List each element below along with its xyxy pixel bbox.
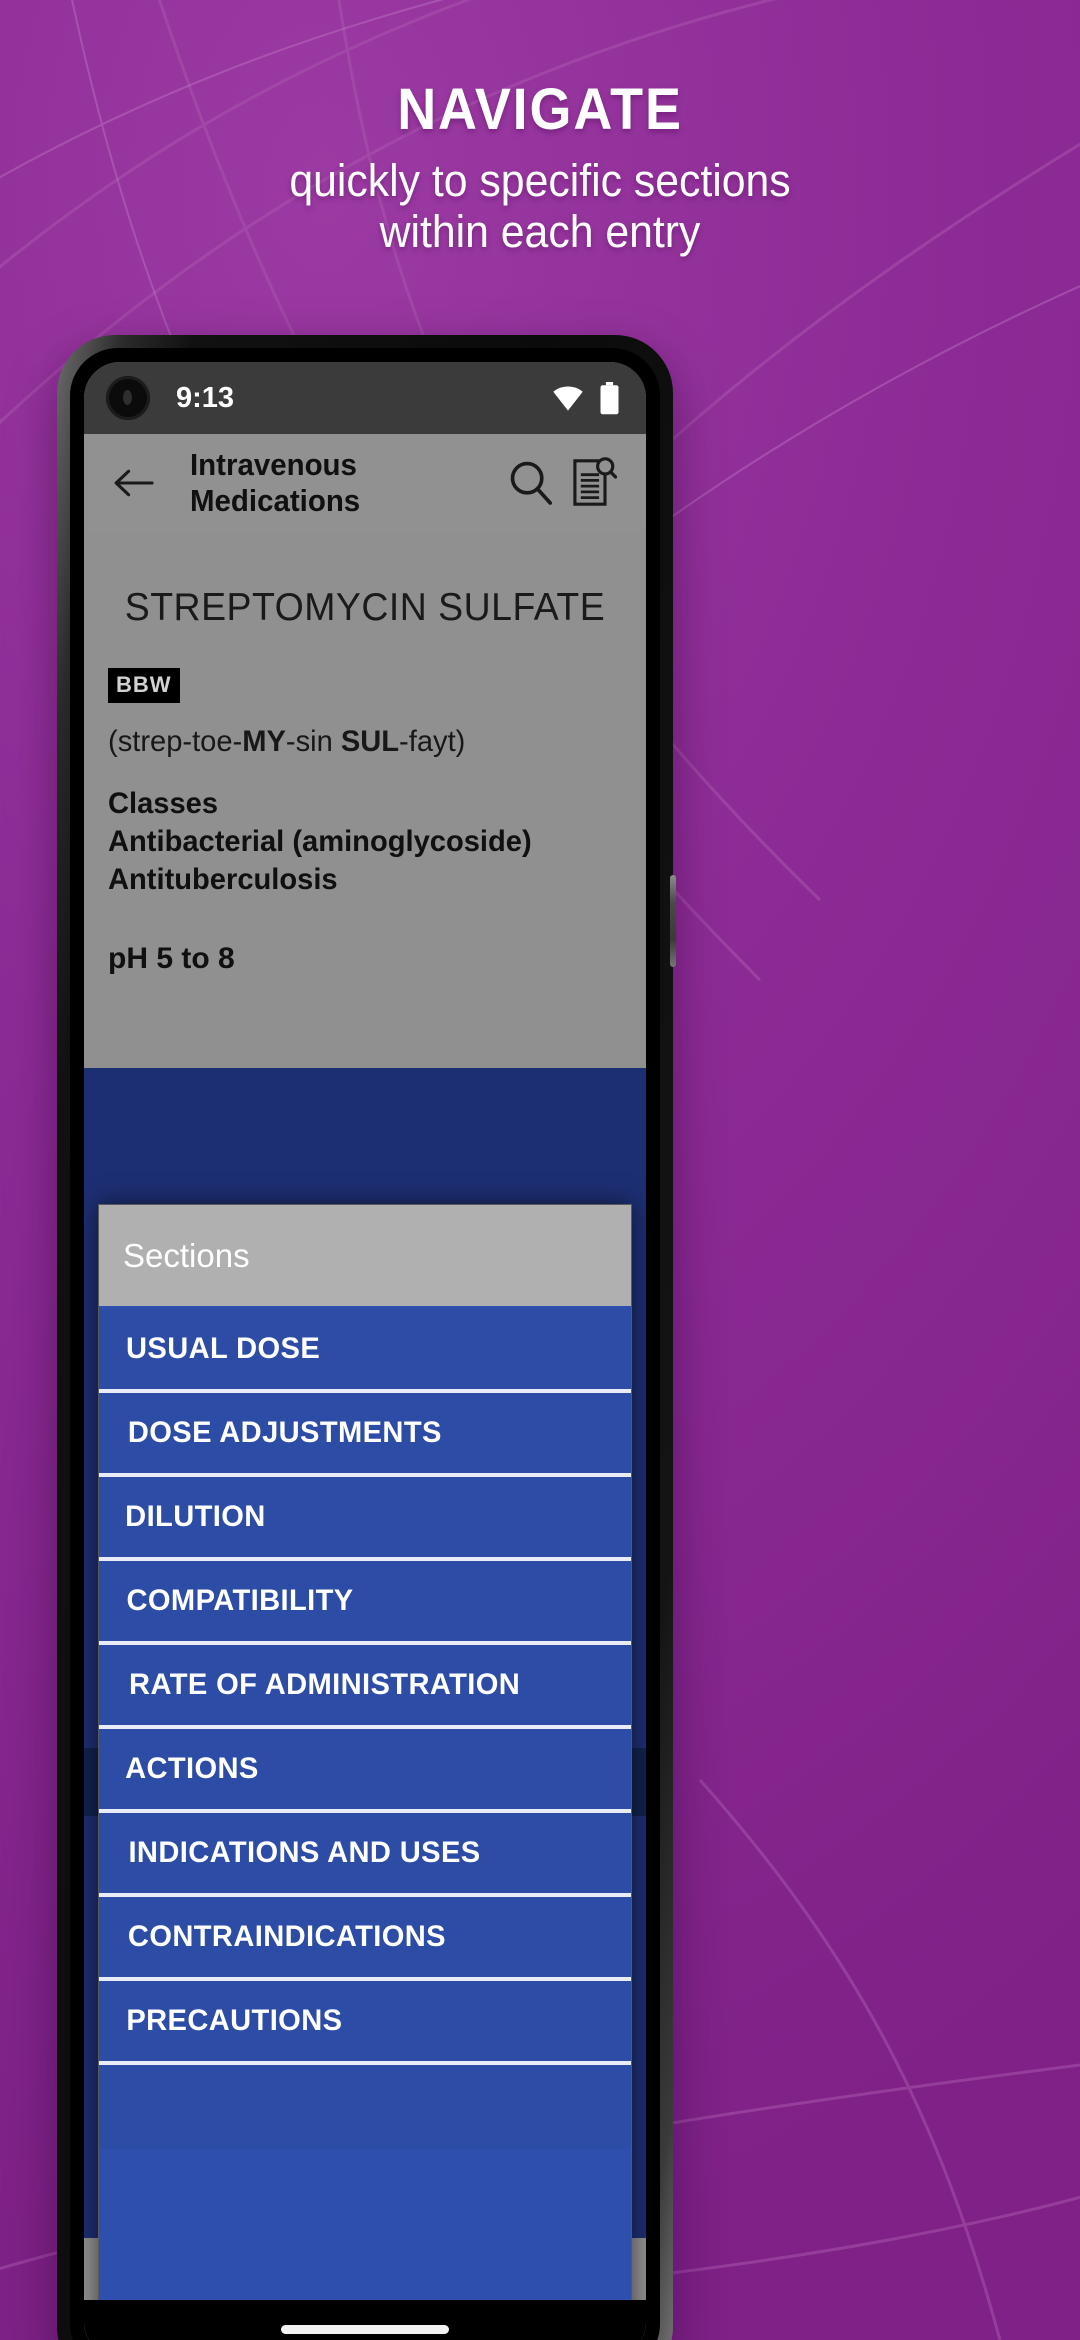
phone-mockup: 9:13 Intravenous Medications STREPTOMYCI…: [57, 335, 676, 2340]
list-item[interactable]: CONTRAINDICATIONS: [99, 1897, 631, 1981]
promo-text-block: NAVIGATE quickly to specific sections wi…: [0, 77, 1080, 258]
status-bar-clock: 9:13: [176, 381, 235, 414]
promo-screenshot: NAVIGATE quickly to specific sections wi…: [0, 0, 1080, 2340]
class-item-0: Antibacterial (aminoglycoside): [108, 824, 532, 858]
list-item[interactable]: PRECAUTIONS: [99, 1981, 631, 2065]
list-item[interactable]: INDICATIONS AND USES: [99, 1813, 631, 1897]
section-label-8: PRECAUTIONS: [126, 2004, 343, 2037]
phone-screen: 9:13 Intravenous Medications STREPTOMYCI…: [84, 362, 646, 2340]
phone-bezel: 9:13 Intravenous Medications STREPTOMYCI…: [70, 348, 660, 2340]
back-button[interactable]: [102, 452, 164, 514]
section-label-5: ACTIONS: [125, 1752, 259, 1785]
list-item[interactable]: DOSE ADJUSTMENTS: [99, 1393, 631, 1477]
back-arrow-icon: [114, 469, 154, 497]
sections-button[interactable]: [562, 452, 624, 514]
sections-list[interactable]: USUAL DOSE DOSE ADJUSTMENTS DILUTION COM…: [99, 1309, 631, 2340]
home-indicator[interactable]: [281, 2324, 449, 2334]
list-item[interactable]: RATE OF ADMINISTRATION: [99, 1645, 631, 1729]
section-label-6: INDICATIONS AND USES: [128, 1836, 481, 1869]
promo-title: NAVIGATE: [397, 77, 683, 142]
phone-power-button[interactable]: [670, 875, 676, 967]
dialog-title: Sections: [99, 1205, 631, 1309]
status-bar: 9:13: [84, 362, 646, 434]
drug-title: STREPTOMYCIN SULFATE: [124, 586, 606, 629]
front-camera-punch-hole: [106, 376, 150, 420]
app-bar-title: Intravenous Medications: [190, 447, 361, 518]
list-item[interactable]: ACTIONS: [99, 1729, 631, 1813]
list-item[interactable]: DILUTION: [99, 1477, 631, 1561]
search-button[interactable]: [500, 452, 562, 514]
section-label-0: USUAL DOSE: [126, 1332, 321, 1365]
pronunciation-bold-1: MY: [242, 725, 286, 758]
battery-icon: [600, 381, 619, 414]
ph-value: pH 5 to 8: [108, 942, 235, 976]
class-item-1: Antituberculosis: [108, 862, 338, 896]
navigation-bar: [84, 2300, 646, 2340]
section-label-1: DOSE ADJUSTMENTS: [127, 1416, 442, 1449]
app-bar: Intravenous Medications: [84, 434, 646, 532]
document-search-icon: [573, 457, 617, 506]
bbw-badge: BBW: [108, 668, 180, 703]
section-label-4: RATE OF ADMINISTRATION: [129, 1668, 521, 1701]
pronunciation-suffix: -fayt): [399, 725, 466, 758]
classes-block: Classes Antibacterial (aminoglycoside) A…: [108, 785, 612, 898]
status-bar-icons: [551, 381, 620, 415]
classes-label: Classes: [108, 787, 219, 820]
pronunciation-mid: -sin: [285, 725, 341, 758]
pronunciation: (strep-toe-MY-sin SUL-fayt): [108, 725, 612, 759]
sections-dialog: Sections USUAL DOSE DOSE ADJUSTMENTS DIL…: [98, 1204, 632, 2340]
section-label-7: CONTRAINDICATIONS: [127, 1920, 446, 1953]
list-item[interactable]: COMPATIBILITY: [99, 1561, 631, 1645]
list-item[interactable]: [99, 2065, 631, 2149]
list-item[interactable]: USUAL DOSE: [99, 1309, 631, 1393]
promo-subtitle: quickly to specific sections within each…: [27, 155, 1053, 258]
promo-subtitle-line-2: within each entry: [379, 206, 701, 258]
pronunciation-bold-2: SUL: [340, 725, 400, 758]
wifi-icon: [553, 386, 583, 411]
section-label-2: DILUTION: [125, 1500, 266, 1533]
pronunciation-prefix: (strep-toe-: [108, 725, 243, 758]
search-icon: [510, 461, 553, 505]
section-label-3: COMPATIBILITY: [126, 1584, 354, 1617]
promo-subtitle-line-1: quickly to specific sections: [289, 154, 791, 206]
